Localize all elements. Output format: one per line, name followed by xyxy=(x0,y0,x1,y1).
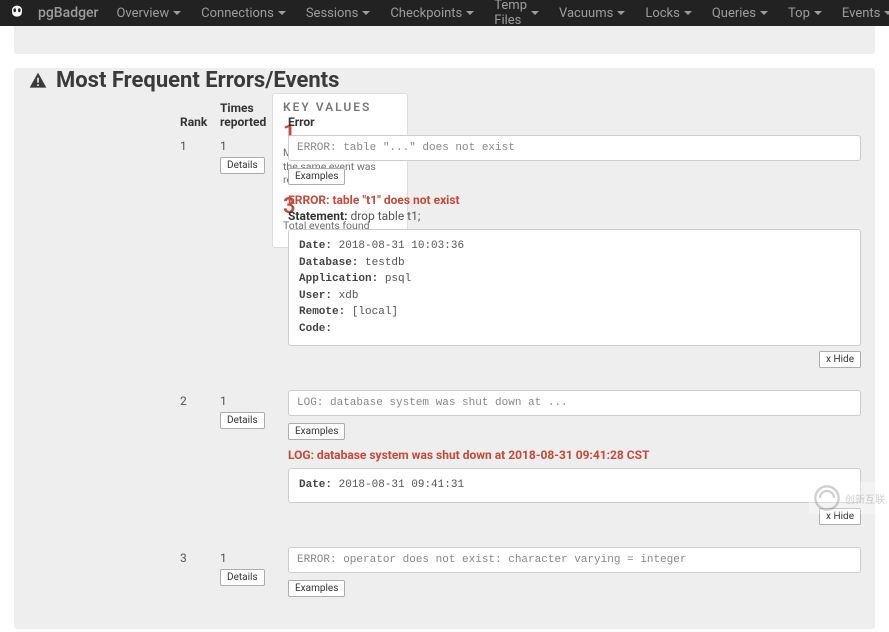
nav-item-vacuums[interactable]: Vacuums xyxy=(549,6,635,21)
nav-item-top[interactable]: Top xyxy=(778,6,832,21)
table-row: 1 1 Details ERROR: table "..." does not … xyxy=(180,135,861,376)
main-content: Most Frequent Errors/Events KEY VALUES 1… xyxy=(0,68,889,629)
details-button[interactable]: Details xyxy=(220,157,265,174)
error-cell: LOG: database system was shut down at ..… xyxy=(288,390,861,533)
logo xyxy=(6,2,28,24)
watermark-text: 创新互联 xyxy=(845,491,885,506)
database-label: Database: xyxy=(299,257,358,269)
application-value: psql xyxy=(385,273,411,285)
nav-item-temp-files[interactable]: Temp Files xyxy=(484,0,549,28)
nav-item-events[interactable]: Events xyxy=(832,6,889,21)
column-header-error: Error xyxy=(288,115,861,129)
date-value: 2018-08-31 10:03:36 xyxy=(339,240,464,252)
column-header-times: Times reported xyxy=(220,101,276,129)
code-label: Code: xyxy=(299,323,332,335)
caret-icon xyxy=(362,11,370,15)
error-title: ERROR: table "t1" does not exist xyxy=(288,193,861,207)
hide-button-wrap: x Hide xyxy=(288,507,861,525)
application-label: Application: xyxy=(299,273,378,285)
caret-icon xyxy=(884,11,889,15)
nav-label: Queries xyxy=(712,6,756,21)
nav-label: Checkpoints xyxy=(390,6,462,21)
caret-icon xyxy=(684,11,692,15)
alert-triangle-icon xyxy=(28,71,48,91)
column-header-rank: Rank xyxy=(180,115,208,129)
caret-icon xyxy=(617,11,625,15)
brand[interactable]: pgBadger xyxy=(38,5,98,21)
rank-cell: 2 xyxy=(180,390,208,408)
nav-label: Sessions xyxy=(306,6,359,21)
user-label: User: xyxy=(299,290,332,302)
table-header: Rank Times reported Error xyxy=(180,101,861,129)
times-cell: 1 Details xyxy=(220,135,276,174)
nav-label: Temp Files xyxy=(494,0,527,28)
nav-label: Vacuums xyxy=(559,6,613,21)
caret-icon xyxy=(814,11,822,15)
pgbadger-logo-icon xyxy=(6,2,28,24)
details-button[interactable]: Details xyxy=(220,412,265,429)
errors-table: Rank Times reported Error 1 1 Details ER… xyxy=(28,101,861,605)
examples-button[interactable]: Examples xyxy=(288,580,345,597)
watermark: 创新互联 xyxy=(809,482,889,514)
statement-label: Statement: xyxy=(288,209,347,223)
nav-item-overview[interactable]: Overview xyxy=(106,6,191,21)
caret-icon xyxy=(173,11,181,15)
detail-box: Date: 2018-08-31 10:03:36 Database: test… xyxy=(288,229,861,346)
statement-line: Statement: drop table t1; xyxy=(288,209,861,223)
times-count: 1 xyxy=(220,547,276,565)
nav-label: Connections xyxy=(201,6,274,21)
table-row: 2 1 Details LOG: database system was shu… xyxy=(180,390,861,533)
date-value: 2018-08-31 09:41:31 xyxy=(339,479,464,491)
section-heading: Most Frequent Errors/Events xyxy=(28,68,861,93)
table-row: 3 1 Details ERROR: operator does not exi… xyxy=(180,547,861,605)
navbar: pgBadger Overview Connections Sessions C… xyxy=(0,0,889,26)
nav-label: Locks xyxy=(645,6,680,21)
nav-label: Top xyxy=(788,6,810,21)
section-title: Most Frequent Errors/Events xyxy=(56,68,339,93)
statement-sql: drop table t1; xyxy=(350,209,420,223)
watermark-logo-icon xyxy=(813,484,841,512)
nav-item-locks[interactable]: Locks xyxy=(635,6,702,21)
error-cell: ERROR: operator does not exist: characte… xyxy=(288,547,861,605)
caret-icon xyxy=(278,11,286,15)
nav-item-connections[interactable]: Connections xyxy=(191,6,296,21)
times-count: 1 xyxy=(220,390,276,408)
times-count: 1 xyxy=(220,135,276,153)
details-button[interactable]: Details xyxy=(220,569,265,586)
nav-label: Events xyxy=(842,6,880,21)
rank-cell: 1 xyxy=(180,135,208,153)
times-cell: 1 Details xyxy=(220,547,276,586)
nav-item-queries[interactable]: Queries xyxy=(702,6,778,21)
previous-panel-footer xyxy=(0,26,889,54)
caret-icon xyxy=(531,11,539,15)
caret-icon xyxy=(466,11,474,15)
remote-label: Remote: xyxy=(299,306,345,318)
error-code-box: ERROR: table "..." does not exist xyxy=(288,135,861,161)
hide-button-wrap: x Hide xyxy=(288,350,861,368)
nav-item-sessions[interactable]: Sessions xyxy=(296,6,381,21)
user-value: xdb xyxy=(339,290,359,302)
caret-icon xyxy=(760,11,768,15)
nav-item-checkpoints[interactable]: Checkpoints xyxy=(380,6,484,21)
error-code-box: ERROR: operator does not exist: characte… xyxy=(288,547,861,573)
examples-button[interactable]: Examples xyxy=(288,168,345,185)
rank-cell: 3 xyxy=(180,547,208,565)
date-label: Date: xyxy=(299,240,332,252)
database-value: testdb xyxy=(365,257,405,269)
error-code-box: LOG: database system was shut down at ..… xyxy=(288,390,861,416)
log-title: LOG: database system was shut down at 20… xyxy=(288,448,861,462)
nav-label: Overview xyxy=(116,6,169,21)
remote-value: [local] xyxy=(352,306,398,318)
errors-panel: Most Frequent Errors/Events KEY VALUES 1… xyxy=(14,68,875,629)
hide-button[interactable]: x Hide xyxy=(819,351,861,368)
times-cell: 1 Details xyxy=(220,390,276,429)
detail-box: Date: 2018-08-31 09:41:31 xyxy=(288,468,861,503)
date-label: Date: xyxy=(299,479,332,491)
error-cell: ERROR: table "..." does not exist Exampl… xyxy=(288,135,861,376)
examples-button[interactable]: Examples xyxy=(288,423,345,440)
